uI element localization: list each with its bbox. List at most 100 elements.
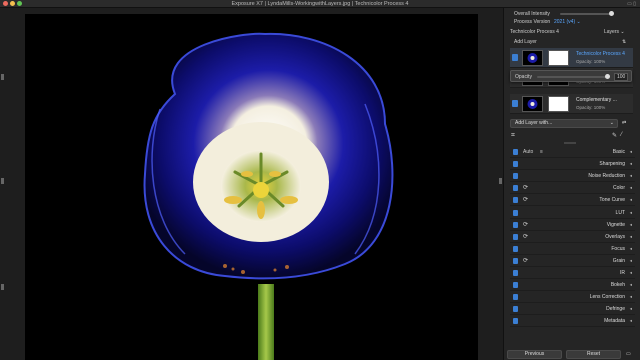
overall-intensity-slider[interactable] [560,13,612,15]
eye-icon[interactable] [512,100,518,107]
brush-icon[interactable]: ✎ [612,132,617,139]
eye-icon[interactable] [513,185,518,192]
eye-icon[interactable] [513,245,518,252]
reset-options-icon[interactable]: ▭ [626,351,631,357]
chevron-left-icon[interactable]: ◂ [630,234,632,240]
eye-icon[interactable] [513,318,518,325]
process-version-select[interactable]: 2021 (v4) ⌄ [554,19,581,25]
layer-opacity[interactable]: Opacity: 100% [576,59,605,64]
section-label: Grain [612,257,625,264]
eye-icon[interactable] [513,173,518,180]
eye-icon[interactable] [513,270,518,276]
section-label: LUT [615,209,625,216]
section-lens-correction[interactable]: Lens Correction ◂ [510,291,635,304]
section-basic[interactable]: Auto ≡ Basic ◂ [510,146,635,158]
flower-photo [25,14,478,360]
opacity-value-field[interactable]: 100 [614,73,629,81]
auto-options-icon[interactable]: ≡ [540,149,543,155]
cycle-icon[interactable]: ⟳ [523,196,528,203]
window-title: Exposure X7 | LyndaMills-WorkingwithLaye… [231,1,409,7]
layer-swap-icon[interactable]: ⇄ [622,120,626,126]
chevron-left-icon[interactable]: ◂ [630,161,632,167]
flower-thumb-icon [527,99,538,109]
eye-icon[interactable] [512,54,518,61]
eye-icon[interactable] [513,209,518,216]
layer-opacity[interactable]: Opacity: 100% [576,105,605,110]
chevron-left-icon[interactable]: ◂ [630,294,632,300]
add-layer-with-select[interactable]: Add Layer with... ⌄ [510,119,618,128]
section-lut[interactable]: LUT ◂ [510,207,635,219]
section-overlays[interactable]: ⟳ Overlays ◂ [510,231,635,243]
opacity-slider-knob[interactable] [605,74,610,79]
section-defringe[interactable]: Defringe ◂ [510,303,635,316]
layer-options-icon[interactable]: ⇅ [622,39,626,45]
opacity-popup[interactable]: Opacity 100 [510,70,632,82]
section-label: Vignette [606,221,625,228]
tulip-image [143,32,394,360]
chevron-left-icon[interactable]: ◂ [630,210,632,216]
eyedropper-icon[interactable]: ⁄ [621,132,622,138]
cycle-icon[interactable]: ⟳ [523,221,528,228]
chevron-left-icon[interactable]: ◂ [630,173,632,179]
section-metadata[interactable]: Metadata ◂ [510,315,635,328]
eye-icon[interactable] [513,282,518,289]
chevron-left-icon[interactable]: ◂ [630,258,632,264]
section-sharpening[interactable]: Sharpening ◂ [510,158,635,171]
left-edge-handle[interactable] [1,284,4,290]
section-grain[interactable]: ⟳ Grain ◂ [510,255,635,267]
crop-icon[interactable]: ⌗ [511,132,515,140]
layers-menu-label: Layers [604,29,620,35]
chevron-left-icon[interactable]: ◂ [630,306,632,312]
layer-row[interactable]: Technicolor Process 4 Opacity: 100% [510,48,633,68]
reset-button[interactable]: Reset [566,350,621,359]
toolbar-icons[interactable]: ▭ ▯ [627,1,636,7]
eye-icon[interactable] [513,233,518,240]
preset-name: Technicolor Process 4 [510,29,559,35]
section-focus[interactable]: Focus ◂ [510,243,635,255]
chevron-left-icon[interactable]: ◂ [630,222,632,228]
section-tone-curve[interactable]: ⟳ Tone Curve ◂ [510,194,635,207]
layer-row[interactable]: Complementary ... Opacity: 100% [510,94,633,114]
previous-button[interactable]: Previous [507,350,562,359]
section-color[interactable]: ⟳ Color ◂ [510,182,635,195]
eye-icon[interactable] [513,306,518,313]
cycle-icon[interactable]: ⟳ [523,233,528,240]
eye-icon[interactable] [513,161,518,168]
panel-divider-handle[interactable] [564,142,576,144]
opacity-popup-label: Opacity [515,74,532,80]
overall-intensity-knob[interactable] [609,11,614,16]
section-label: Metadata [604,318,625,325]
chevron-left-icon[interactable]: ◂ [630,282,632,288]
left-edge-handle[interactable] [1,74,4,80]
layers-menu[interactable]: Layers ⌄ [604,29,625,35]
section-ir[interactable]: IR ◂ [510,267,635,279]
cycle-icon[interactable]: ⟳ [523,257,528,264]
eye-icon[interactable] [513,257,518,264]
chevron-left-icon[interactable]: ◂ [630,318,632,324]
left-panel-toggle[interactable] [1,178,4,184]
right-panel-toggle[interactable] [499,178,502,184]
layer-thumbnail [522,96,543,112]
opacity-slider[interactable] [537,76,609,78]
layer-mask[interactable] [548,96,569,112]
eye-icon[interactable] [513,221,518,228]
eye-icon[interactable] [513,294,518,301]
add-layer-button[interactable]: Add Layer [514,39,537,45]
auto-button[interactable]: Auto [523,149,533,155]
layer-mask[interactable] [548,50,569,66]
layer-name: Technicolor Process 4 [576,51,625,57]
chevron-left-icon[interactable]: ◂ [630,149,632,155]
chevron-left-icon[interactable]: ◂ [630,270,632,276]
section-noise-reduction[interactable]: Noise Reduction ◂ [510,170,635,183]
section-vignette[interactable]: ⟳ Vignette ◂ [510,219,635,231]
eye-icon[interactable] [513,197,518,204]
section-label: Focus [611,245,625,252]
chevron-left-icon[interactable]: ◂ [630,185,632,191]
image-canvas[interactable] [0,8,503,360]
chevron-left-icon[interactable]: ◂ [630,197,632,203]
eye-icon[interactable] [513,149,518,155]
chevron-left-icon[interactable]: ◂ [630,246,632,252]
section-bokeh[interactable]: Bokeh ◂ [510,279,635,292]
cycle-icon[interactable]: ⟳ [523,184,528,191]
chevron-down-icon: ⌄ [620,29,625,35]
